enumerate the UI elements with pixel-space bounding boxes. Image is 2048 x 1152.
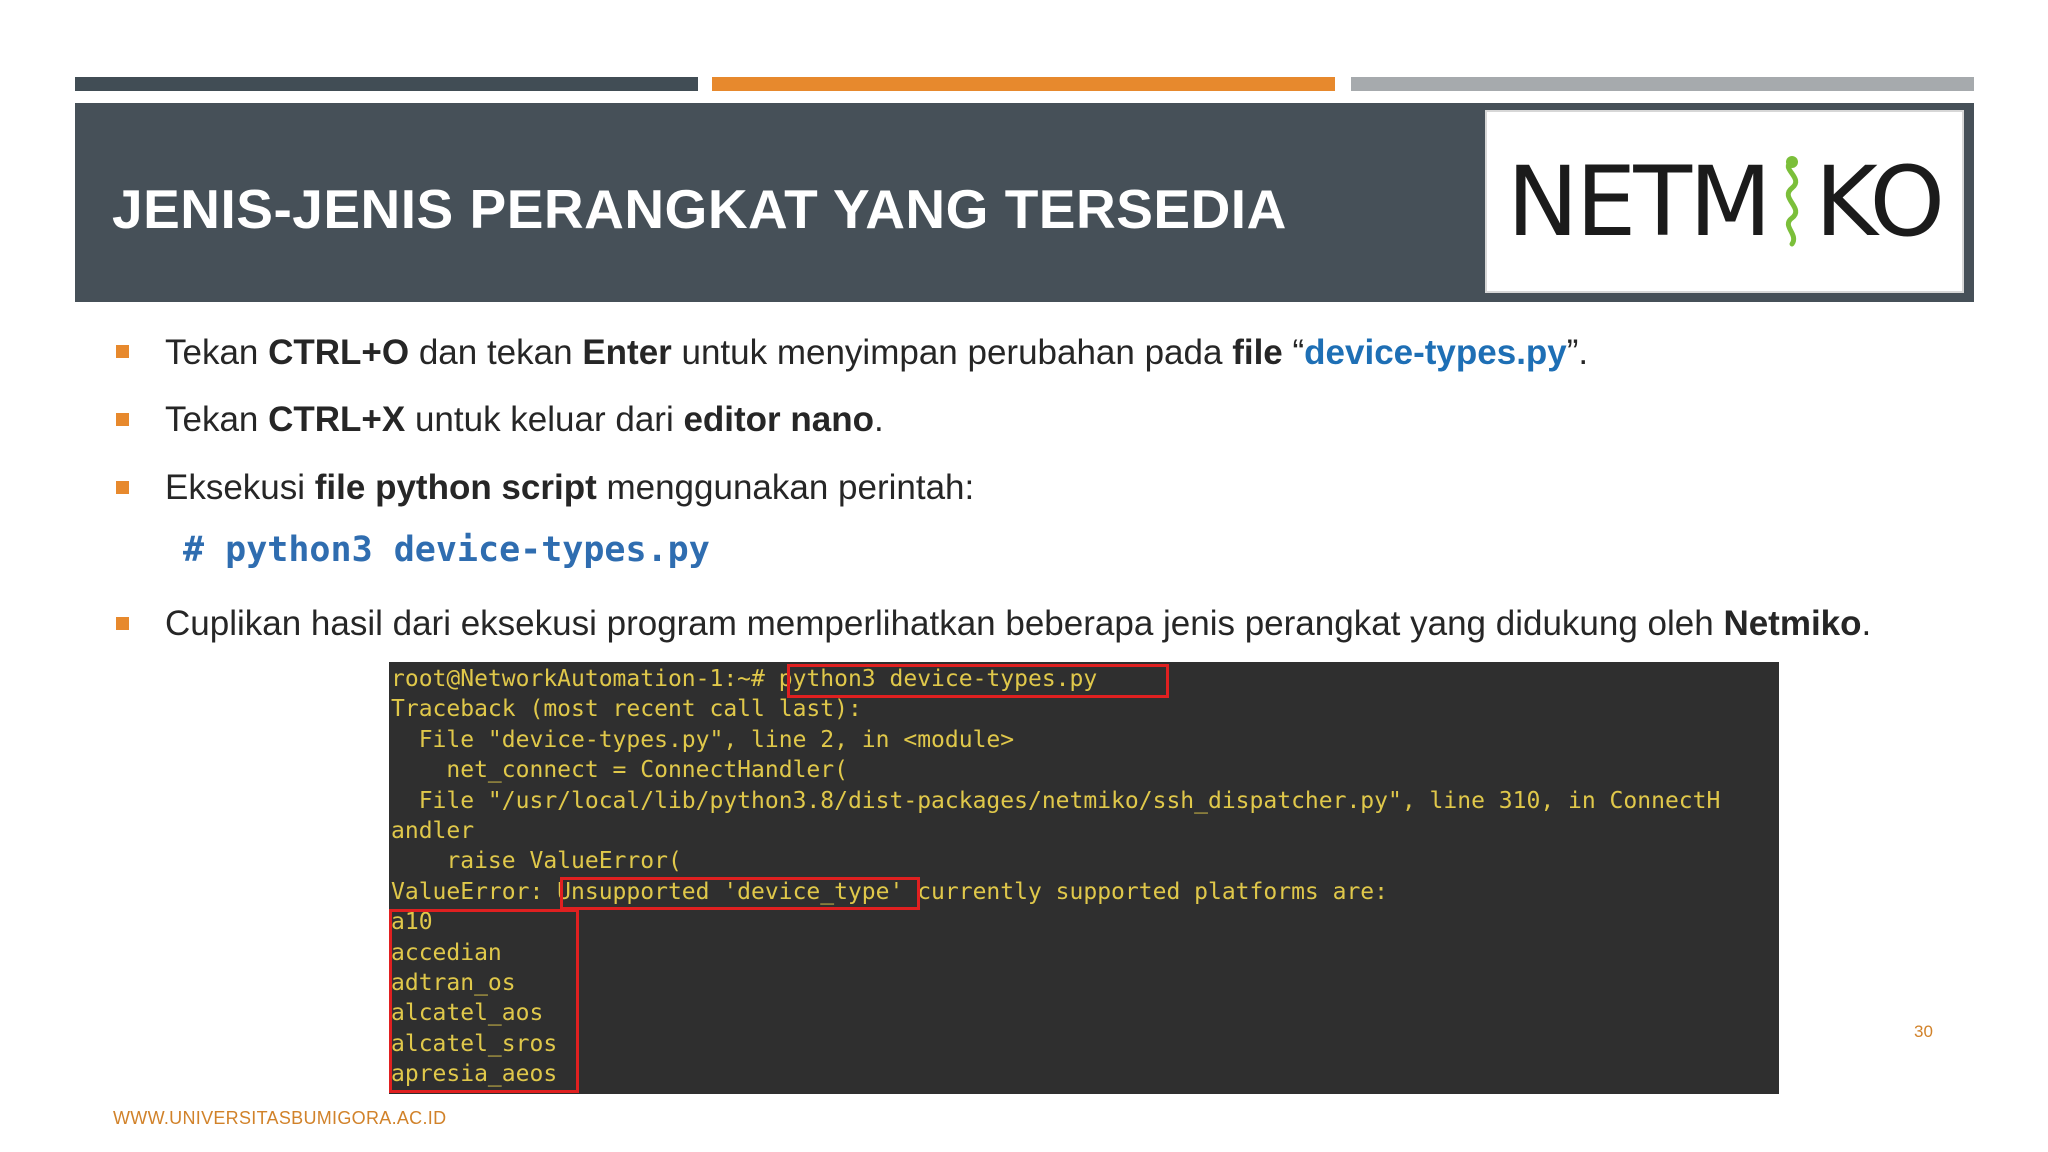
highlight-box-unsupported — [560, 877, 920, 910]
terminal-line: Traceback (most recent call last): — [391, 696, 862, 723]
footer-url: WWW.UNIVERSITASBUMIGORA.AC.ID — [113, 1108, 447, 1128]
bullet-text-segment: device-types.py — [1304, 333, 1567, 372]
terminal-line: raise ValueError( — [391, 848, 682, 875]
bullet-text-segment: untuk keluar dari — [405, 400, 684, 439]
logo-text-left: NETM — [1506, 145, 1772, 258]
netmiko-logo-text: NETM KO — [1487, 112, 1962, 291]
command-line: # python3 device-types.py — [183, 530, 710, 570]
bullet-text-segment: file python script — [314, 468, 597, 507]
bullet-text-segment: . — [874, 400, 884, 439]
bullet-text-segment: Eksekusi — [165, 468, 315, 507]
bullet-text-segment: Tekan — [165, 400, 269, 439]
bullet-item-3: Eksekusi file python script menggunakan … — [165, 466, 974, 510]
page-number: 30 — [1914, 1022, 1933, 1041]
bullet-text-segment: CTRL+O — [268, 333, 410, 372]
highlight-box-platforms — [389, 909, 579, 1093]
bullet-item-1: Tekan CTRL+O dan tekan Enter untuk menyi… — [165, 331, 1588, 375]
terminal-line: File "/usr/local/lib/python3.8/dist-pack… — [391, 787, 1721, 814]
bullet-marker — [116, 617, 129, 630]
logo-text-right: KO — [1814, 145, 1945, 258]
bullet-text-segment: menggunakan perintah: — [596, 468, 975, 507]
top-bar-grey — [1351, 77, 1974, 91]
terminal-screenshot: root@NetworkAutomation-1:~# python3 devi… — [389, 662, 1779, 1094]
title-band: JENIS-JENIS PERANGKAT YANG TERSEDIA NETM… — [75, 103, 1974, 302]
bullet-text-segment: Netmiko — [1723, 604, 1862, 643]
bullet-marker — [116, 481, 129, 494]
bullet-text-segment: file — [1232, 333, 1283, 372]
bullet-text-segment: Enter — [582, 333, 672, 372]
terminal-line: net_connect = ConnectHandler( — [391, 757, 848, 784]
bullet-text-segment: . — [1861, 604, 1872, 643]
bullet-text-segment: CTRL+X — [268, 400, 406, 439]
bullet-text-segment: untuk menyimpan perubahan pada — [671, 333, 1233, 372]
bullet-text-segment: ”. — [1566, 333, 1589, 372]
netmiko-logo: NETM KO — [1485, 110, 1964, 293]
bullet-item-4: Cuplikan hasil dari eksekusi program mem… — [165, 602, 1871, 646]
bullet-text-segment: Tekan — [165, 333, 269, 372]
bullet-text-segment: editor nano — [683, 400, 875, 439]
highlight-box-command — [787, 664, 1169, 698]
bullet-text-segment: “ — [1282, 333, 1305, 372]
slide-title: JENIS-JENIS PERANGKAT YANG TERSEDIA — [112, 178, 1287, 240]
snake-icon — [1769, 154, 1815, 250]
top-bar-orange — [712, 77, 1335, 91]
bullet-item-2: Tekan CTRL+X untuk keluar dari editor na… — [165, 398, 884, 442]
terminal-line: File "device-types.py", line 2, in <modu… — [391, 726, 1015, 753]
bullet-text-segment: Cuplikan hasil dari eksekusi program mem… — [165, 604, 1724, 643]
terminal-line: andler — [391, 818, 475, 844]
bullet-marker — [116, 413, 129, 426]
bullet-text-segment: dan tekan — [409, 333, 583, 372]
bullet-marker — [116, 345, 129, 358]
top-bar-dark — [75, 77, 698, 91]
